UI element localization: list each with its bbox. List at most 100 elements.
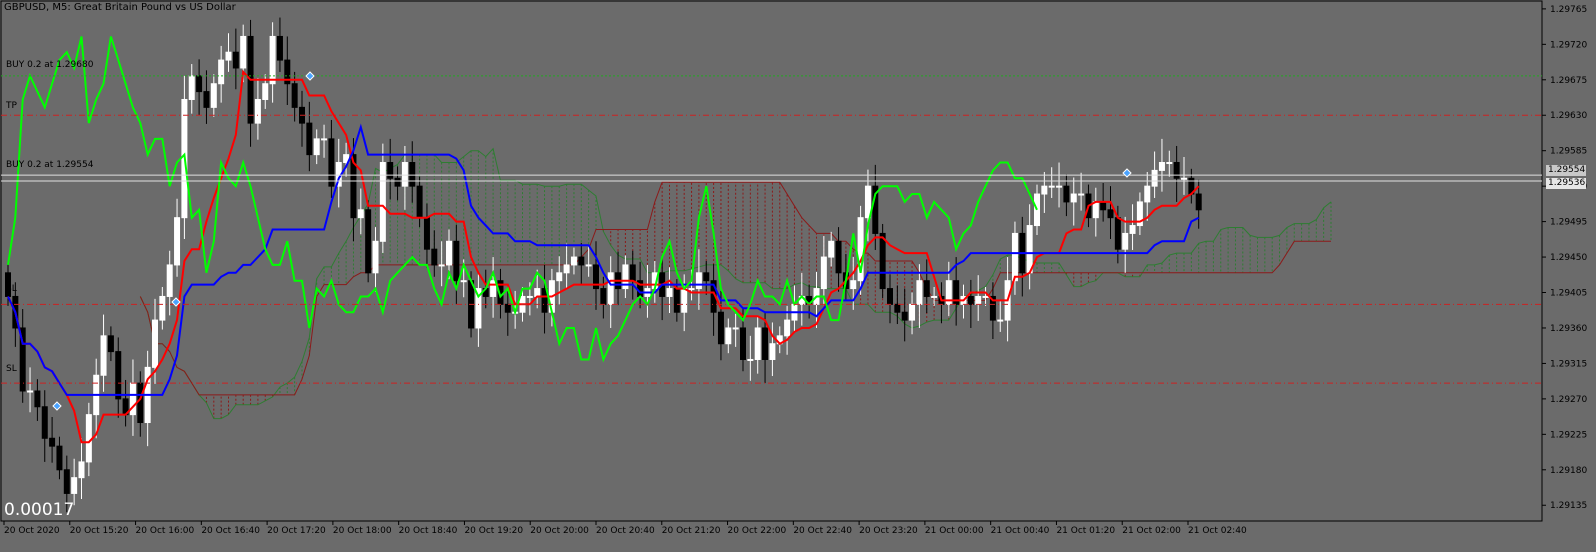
- candle-body: [666, 288, 673, 297]
- candle-body: [607, 272, 614, 305]
- candle-body: [446, 240, 452, 266]
- x-tick-label: 20 Oct 18:00: [333, 526, 392, 536]
- candle-body: [747, 358, 754, 361]
- y-tick-label: 1.29225: [1550, 430, 1587, 440]
- level-label-sl-1: SL: [6, 284, 17, 294]
- candle-body: [78, 461, 85, 479]
- candle-body: [732, 327, 739, 330]
- candle-body: [365, 209, 372, 274]
- candle-body: [328, 138, 335, 187]
- candle-body: [1129, 225, 1136, 234]
- y-tick-label: 1.29360: [1550, 324, 1587, 334]
- y-tick-label: 1.29495: [1550, 218, 1587, 228]
- price-chart[interactable]: 1.29765 1.29720 1.29675 1.29630 1.29585 1.295…: [0, 0, 1596, 552]
- x-tick-label: 20 Oct 18:40: [399, 526, 458, 536]
- candle-body: [41, 406, 48, 439]
- x-tick-label: 20 Oct 17:20: [267, 526, 326, 536]
- candle-body: [269, 35, 276, 85]
- candle-body: [570, 256, 577, 266]
- candle-body: [997, 319, 1004, 322]
- candle-body: [1114, 217, 1121, 250]
- candle-body: [820, 256, 827, 290]
- candle-body: [416, 185, 423, 219]
- chart-title: GBPUSD, M5: Great Britain Pound vs US Do…: [4, 2, 236, 13]
- x-tick-label: 21 Oct 01:20: [1056, 526, 1115, 536]
- candle-body: [188, 75, 195, 100]
- candle-body: [262, 83, 269, 100]
- y-tick-label: 1.29135: [1550, 501, 1587, 511]
- candle-body: [1181, 177, 1187, 180]
- candle-body: [1173, 162, 1180, 179]
- candle-body: [688, 288, 695, 291]
- price-tag-current: 1.29536: [1546, 178, 1586, 189]
- plot-frame: [0, 0, 1543, 522]
- candle-body: [725, 327, 732, 345]
- candle-body: [784, 319, 791, 337]
- candle-body: [1026, 225, 1033, 274]
- candle-body: [159, 295, 166, 321]
- x-tick-label: 20 Oct 21:20: [662, 526, 721, 536]
- candle-body: [982, 295, 989, 298]
- candle-body: [894, 303, 901, 313]
- candle-body: [740, 327, 746, 360]
- x-tick-label: 20 Oct 20:00: [530, 526, 589, 536]
- price-tag-entry: 1.29554: [1546, 165, 1586, 176]
- level-label-tp: TP: [6, 101, 17, 111]
- y-tick-label: 1.29630: [1550, 111, 1587, 121]
- x-tick-label: 20 Oct 2020: [4, 526, 60, 536]
- candle-body: [232, 51, 239, 69]
- x-tick-label: 20 Oct 23:20: [859, 526, 918, 536]
- x-tick-label: 20 Oct 19:20: [464, 526, 523, 536]
- chart-window[interactable]: 1.29765 1.29720 1.29675 1.29630 1.29585 1.295…: [0, 0, 1596, 552]
- candle-body: [563, 264, 570, 274]
- level-label-buy-2: BUY 0.2 at 1.29554: [6, 160, 94, 170]
- candle-body: [629, 264, 636, 282]
- candle-body: [196, 75, 203, 93]
- candle-body: [107, 335, 114, 353]
- candle-body: [585, 264, 592, 267]
- level-label-buy-1: BUY 0.2 at 1.29680: [6, 60, 94, 70]
- candle-body: [27, 390, 34, 393]
- candle-body: [850, 280, 857, 290]
- candle-body: [887, 288, 893, 305]
- candle-body: [828, 240, 835, 258]
- x-tick-label: 21 Oct 02:00: [1122, 526, 1181, 536]
- candle-body: [1048, 185, 1055, 188]
- candle-body: [379, 162, 386, 242]
- candle-body: [703, 272, 710, 282]
- candle-body: [1063, 185, 1070, 203]
- y-tick-label: 1.29180: [1550, 466, 1587, 476]
- candle-body: [453, 240, 460, 282]
- candle-body: [695, 272, 702, 290]
- candle-body: [923, 280, 930, 297]
- candle-body: [1144, 185, 1151, 203]
- candle-body: [916, 280, 923, 305]
- candle-body: [85, 414, 92, 463]
- x-tick-label: 21 Oct 00:40: [991, 526, 1050, 536]
- candle-body: [673, 288, 680, 313]
- candle-body: [174, 217, 181, 266]
- candle-body: [394, 177, 401, 187]
- x-tick-label: 20 Oct 22:40: [793, 526, 852, 536]
- y-tick-label: 1.29270: [1550, 395, 1587, 405]
- candle-body: [931, 295, 938, 298]
- candle-body: [387, 162, 394, 179]
- x-tick-label: 20 Oct 15:20: [70, 526, 129, 536]
- candle-body: [56, 445, 63, 471]
- trade-marker-icon: [1122, 168, 1132, 178]
- candle-body: [240, 35, 247, 69]
- candle-body: [203, 91, 210, 108]
- candle-body: [409, 162, 416, 187]
- spread-readout: 0.00017: [4, 500, 75, 520]
- candle-body: [1151, 169, 1158, 187]
- candle-body: [218, 59, 225, 85]
- candle-body: [879, 232, 886, 290]
- candle-body: [526, 295, 533, 298]
- candle-body: [556, 272, 563, 282]
- y-tick-label: 1.29450: [1550, 253, 1587, 263]
- candle-body: [152, 319, 158, 368]
- candle-body: [115, 351, 122, 400]
- candle-body: [1166, 162, 1173, 165]
- candle-body: [254, 98, 261, 124]
- y-tick-label: 1.29405: [1550, 289, 1587, 299]
